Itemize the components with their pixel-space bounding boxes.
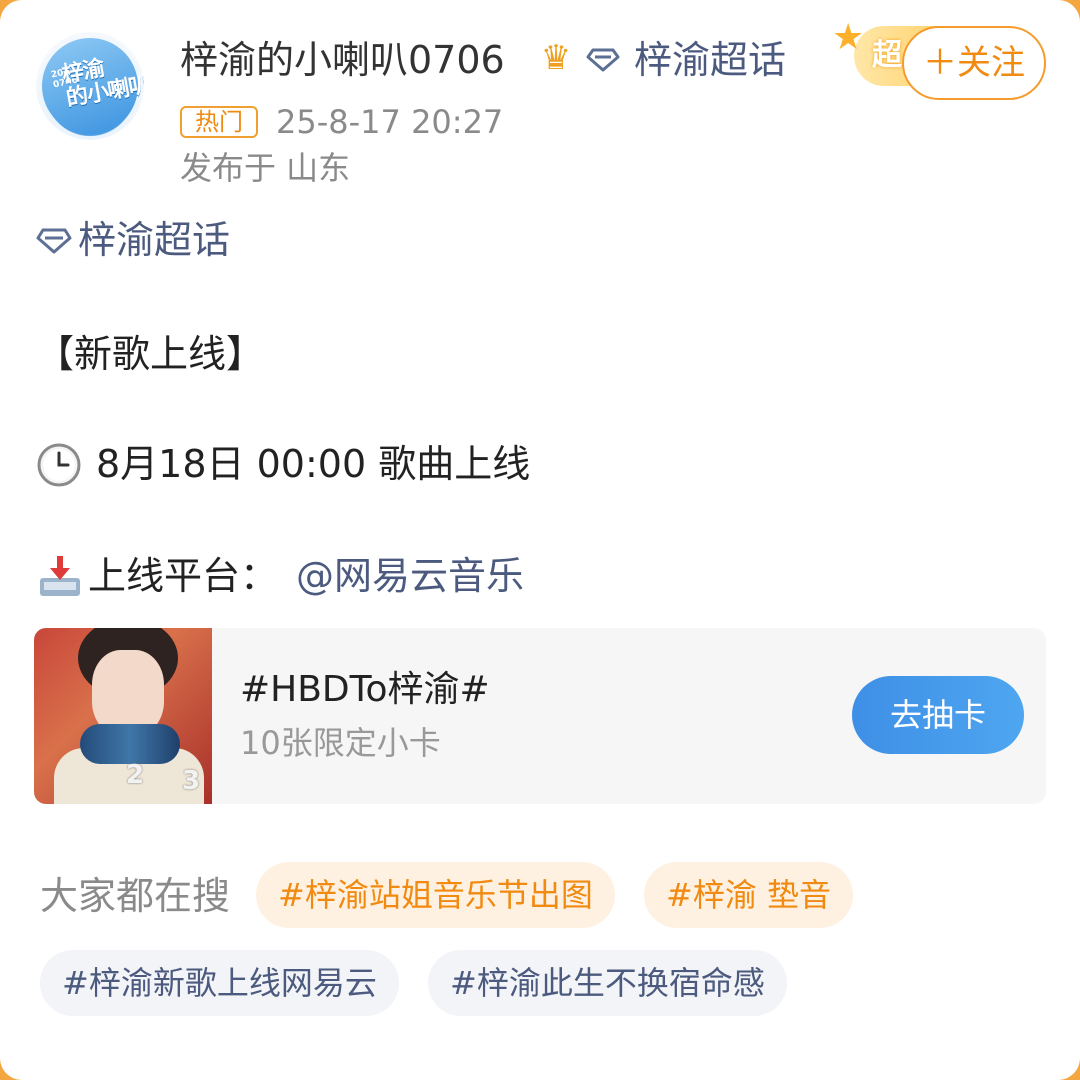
diamond-icon (586, 48, 620, 72)
avatar[interactable]: 2002 0706 梓渝 的小喇叭 (36, 32, 144, 140)
draw-card-button[interactable]: 去抽卡 (852, 676, 1024, 754)
search-chip[interactable]: #梓渝新歌上线网易云 (40, 950, 399, 1016)
platform-label: 上线平台： (88, 554, 279, 598)
diamond-icon (36, 228, 72, 254)
clock-icon (37, 443, 81, 487)
photo-candle-number: 3 (182, 766, 201, 796)
hot-badge: 热门 (180, 106, 258, 138)
search-chip[interactable]: #梓渝 垫音 (644, 862, 853, 928)
follow-button[interactable]: ＋关注 (902, 26, 1046, 100)
search-chip[interactable]: #梓渝此生不换宿命感 (428, 950, 787, 1016)
inbox-tray-icon (40, 556, 80, 596)
post-timestamp: 25-8-17 20:27 (276, 103, 504, 141)
crown-icon: ♛ (540, 38, 572, 78)
platform-mention-link[interactable]: @网易云音乐 (296, 548, 524, 604)
photo-scarf (80, 724, 180, 764)
body-supertopic-link[interactable]: 梓渝超话 (78, 212, 230, 268)
weibo-post-card: 2002 0706 梓渝 的小喇叭 梓渝的小喇叭0706 ♛ 梓渝超话 ★ 超 … (0, 0, 1080, 1080)
username-link[interactable]: 梓渝的小喇叭0706 (180, 34, 505, 86)
super-badge-label: 超 (872, 38, 902, 73)
promo-photo: 2 3 (34, 628, 212, 804)
post-location: 发布于 山东 (180, 149, 351, 187)
photo-candle-number: 2 (126, 760, 145, 790)
promo-subtitle: 10张限定小卡 (240, 724, 441, 762)
supertopic-link[interactable]: 梓渝超话 (634, 34, 786, 86)
post-headline: 【新歌上线】 (36, 332, 265, 376)
release-time-text: 8月18日 00:00 歌曲上线 (96, 442, 531, 486)
star-icon: ★ (832, 17, 865, 58)
trending-search-label: 大家都在搜 (40, 874, 231, 918)
search-chip[interactable]: #梓渝站姐音乐节出图 (256, 862, 615, 928)
promo-title: #HBDTo梓渝# (240, 669, 490, 710)
